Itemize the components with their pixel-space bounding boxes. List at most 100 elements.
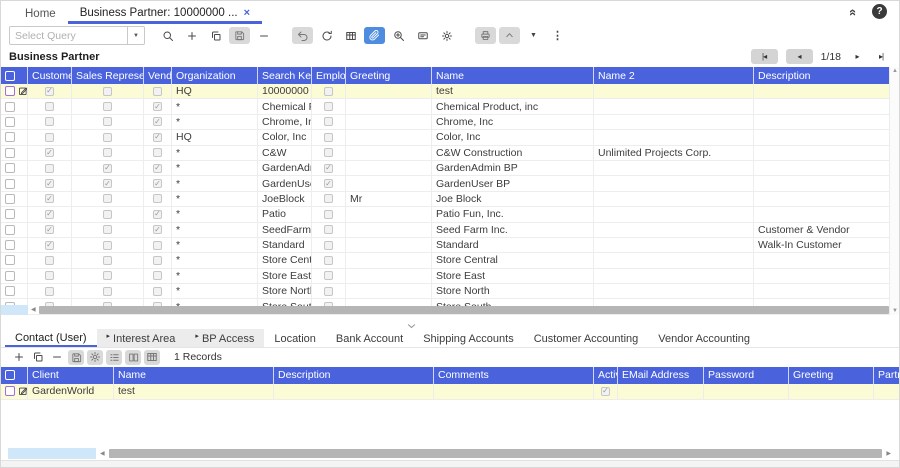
row-select-checkbox[interactable] — [5, 240, 15, 250]
customer-checkbox[interactable] — [45, 256, 54, 265]
table-row[interactable]: GardenWorldtest — [1, 384, 899, 400]
undo-icon[interactable] — [292, 27, 313, 44]
column-header-name[interactable]: Name — [432, 67, 594, 84]
cell-comments[interactable] — [434, 384, 594, 399]
table-row[interactable]: *PatioPatio Fun, Inc. — [1, 207, 899, 222]
cell-employee[interactable] — [312, 269, 346, 283]
cell-organization[interactable]: * — [172, 99, 258, 113]
column-header-search_key[interactable]: Search Key — [258, 67, 312, 84]
customer-checkbox[interactable] — [45, 210, 54, 219]
cell-description[interactable] — [754, 269, 891, 283]
cell-customer[interactable] — [28, 176, 72, 190]
cell-greeting[interactable] — [346, 146, 432, 160]
sales_rep-checkbox[interactable] — [103, 194, 112, 203]
cell-name2[interactable] — [594, 269, 754, 283]
next-record-button[interactable]: ▸ — [849, 49, 865, 64]
row-select-checkbox[interactable] — [5, 102, 15, 112]
sales_rep-checkbox[interactable] — [103, 241, 112, 250]
attachment-icon[interactable] — [364, 27, 385, 44]
cell-greeting[interactable] — [346, 269, 432, 283]
cell-name2[interactable] — [594, 238, 754, 252]
process-icon[interactable] — [436, 27, 457, 44]
cell-employee[interactable] — [312, 115, 346, 129]
cell-employee[interactable] — [312, 146, 346, 160]
select-all-checkbox[interactable] — [5, 370, 15, 380]
row-select-checkbox[interactable] — [5, 86, 15, 96]
table-row[interactable]: *Store CentralStore Central — [1, 253, 899, 268]
table-row[interactable]: *StandardStandardWalk-In Customer — [1, 238, 899, 253]
cell-sales_rep[interactable] — [72, 161, 144, 175]
table-row[interactable]: *Chemical Pr...Chemical Product, inc — [1, 99, 899, 114]
cell-name2[interactable] — [594, 192, 754, 206]
table-row[interactable]: *SeedFarmSeed Farm Inc.Customer & Vendor — [1, 223, 899, 238]
zoom-across-icon[interactable] — [388, 27, 409, 44]
cell-search_key[interactable]: Color, Inc — [258, 130, 312, 144]
employee-checkbox[interactable] — [324, 102, 333, 111]
cell-search_key[interactable]: Standard — [258, 238, 312, 252]
cell-customer[interactable] — [28, 146, 72, 160]
cell-employee[interactable] — [312, 99, 346, 113]
sales_rep-checkbox[interactable] — [103, 287, 112, 296]
cell-organization[interactable]: * — [172, 192, 258, 206]
cell-greeting[interactable] — [789, 384, 874, 399]
cell-vendor[interactable] — [144, 84, 172, 98]
cell-name2[interactable] — [594, 84, 754, 98]
vendor-checkbox[interactable] — [153, 117, 162, 126]
row-select-checkbox[interactable] — [5, 179, 15, 189]
customer-checkbox[interactable] — [45, 194, 54, 203]
cell-name[interactable]: Chrome, Inc — [432, 115, 594, 129]
active-checkbox[interactable] — [601, 387, 610, 396]
vendor-checkbox[interactable] — [153, 133, 162, 142]
cell-employee[interactable] — [312, 176, 346, 190]
cell-name[interactable]: Store North — [432, 284, 594, 298]
sales_rep-checkbox[interactable] — [103, 179, 112, 188]
cell-vendor[interactable] — [144, 146, 172, 160]
cell-password[interactable] — [704, 384, 789, 399]
cell-email[interactable] — [618, 384, 704, 399]
sales_rep-checkbox[interactable] — [103, 148, 112, 157]
cell-description[interactable] — [754, 146, 891, 160]
cell-employee[interactable] — [312, 130, 346, 144]
row-select-cell[interactable] — [1, 253, 28, 267]
cell-organization[interactable]: HQ — [172, 84, 258, 98]
vendor-checkbox[interactable] — [153, 164, 162, 173]
first-record-button[interactable]: |◂ — [751, 49, 778, 64]
cell-description[interactable] — [754, 84, 891, 98]
cell-organization[interactable]: * — [172, 207, 258, 221]
select-all-header[interactable] — [1, 367, 28, 384]
cell-sales_rep[interactable] — [72, 207, 144, 221]
cell-employee[interactable] — [312, 238, 346, 252]
new-icon[interactable] — [11, 350, 27, 365]
employee-checkbox[interactable] — [324, 148, 333, 157]
main-horizontal-scrollbar[interactable]: ◀ — [1, 305, 889, 315]
employee-checkbox[interactable] — [324, 287, 333, 296]
row-select-checkbox[interactable] — [5, 148, 15, 158]
cell-name[interactable]: Patio Fun, Inc. — [432, 207, 594, 221]
cell-sales_rep[interactable] — [72, 269, 144, 283]
cell-sales_rep[interactable] — [72, 176, 144, 190]
table-row[interactable]: *Store EastStore East — [1, 269, 899, 284]
edit-record-icon[interactable] — [18, 386, 28, 396]
customer-checkbox[interactable] — [45, 241, 54, 250]
table-row[interactable]: HQColor, IncColor, Inc — [1, 130, 899, 145]
help-icon[interactable]: ? — [872, 4, 887, 19]
cell-greeting[interactable]: Mr — [346, 192, 432, 206]
cell-customer[interactable] — [28, 130, 72, 144]
cell-description[interactable] — [754, 99, 891, 113]
row-select-cell[interactable] — [1, 115, 28, 129]
table-row[interactable]: *GardenAdminGardenAdmin BP — [1, 161, 899, 176]
cell-vendor[interactable] — [144, 253, 172, 267]
new-icon[interactable] — [181, 27, 202, 44]
column-header-active[interactable]: Active — [594, 367, 618, 384]
row-select-checkbox[interactable] — [5, 286, 15, 296]
cell-customer[interactable] — [28, 269, 72, 283]
row-select-checkbox[interactable] — [5, 209, 15, 219]
close-tab-icon[interactable]: × — [244, 8, 250, 19]
cell-greeting[interactable] — [346, 207, 432, 221]
row-select-cell[interactable] — [1, 130, 28, 144]
cell-organization[interactable]: * — [172, 161, 258, 175]
cell-partner[interactable] — [874, 384, 900, 399]
column-header-partner[interactable]: Partner — [874, 367, 900, 384]
employee-checkbox[interactable] — [324, 133, 333, 142]
cell-greeting[interactable] — [346, 176, 432, 190]
